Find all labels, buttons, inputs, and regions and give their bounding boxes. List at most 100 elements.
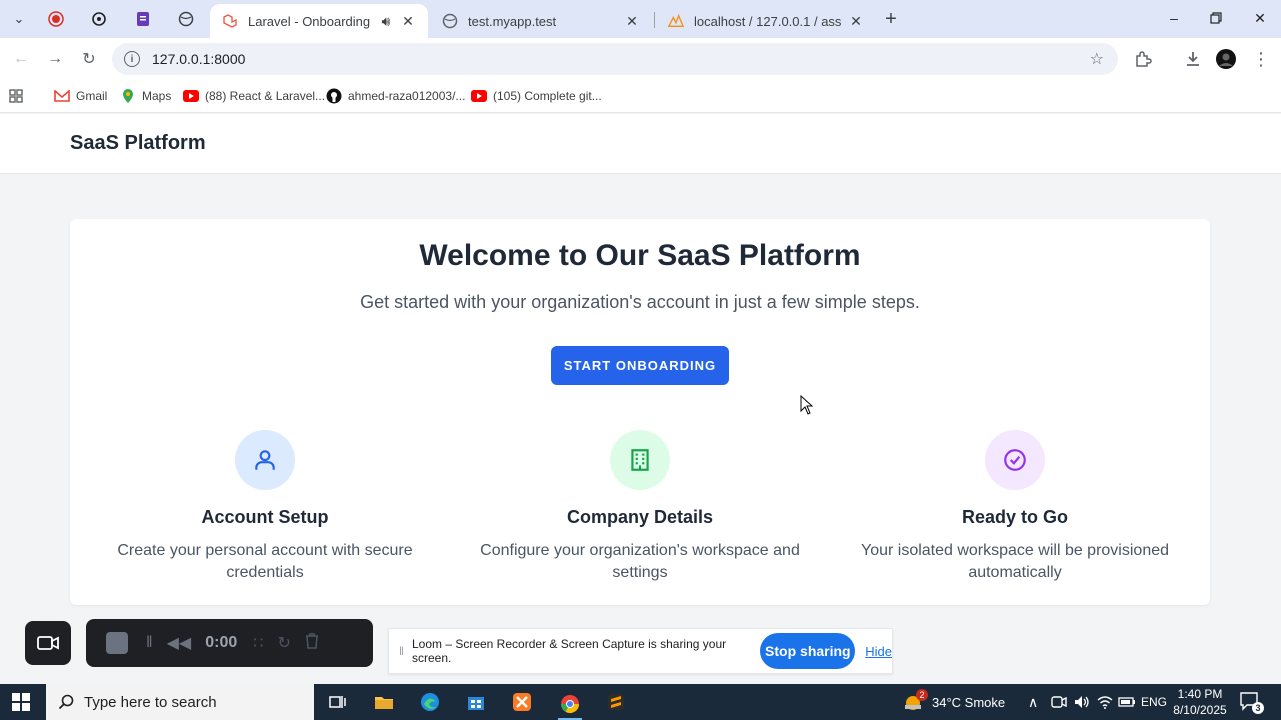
- bookmark-complete-git[interactable]: (105) Complete git...: [471, 86, 602, 106]
- bookmark-github[interactable]: ahmed-raza012003/...: [326, 86, 465, 106]
- bookmark-label: Maps: [142, 89, 172, 103]
- check-circle-icon: [985, 430, 1045, 490]
- windows-start-icon[interactable]: [12, 693, 30, 711]
- system-clock[interactable]: 1:40 PM 8/10/2025: [1168, 686, 1232, 718]
- app-header: SaaS Platform: [0, 114, 1281, 174]
- weather-widget[interactable]: 2 34°C Smoke: [902, 684, 1005, 720]
- meet-now-icon[interactable]: [1051, 684, 1067, 720]
- feature-title: Account Setup: [201, 507, 329, 527]
- site-info-icon[interactable]: i: [124, 51, 140, 67]
- back-arrow-icon[interactable]: ←: [8, 46, 34, 72]
- tab-close-icon[interactable]: ✕: [848, 13, 864, 30]
- loom-recording-controls: ‖ ◀◀ 0:00 ∷ ↻: [86, 619, 373, 667]
- edge-browser-icon[interactable]: [418, 690, 442, 714]
- notifications-icon[interactable]: 3: [1240, 692, 1264, 714]
- wifi-icon[interactable]: [1097, 684, 1113, 720]
- store-app-icon[interactable]: [464, 690, 488, 714]
- tab-title: localhost / 127.0.0.1 / assesment: [694, 13, 842, 29]
- laravel-icon: [222, 13, 238, 29]
- search-placeholder: Type here to search: [84, 693, 217, 711]
- clock-time: 1:40 PM: [1177, 687, 1223, 701]
- windows-taskbar: Type here to search 2 34°C Smoke ∧ ENG 1…: [0, 684, 1281, 720]
- feature-company-details: Company Details Configure your organizat…: [470, 430, 810, 584]
- address-bar[interactable]: i 127.0.0.1:8000 ☆: [112, 43, 1118, 75]
- feature-description: Create your personal account with secure…: [117, 542, 413, 581]
- restore-window-icon[interactable]: [1202, 6, 1230, 30]
- tab-close-icon[interactable]: ✕: [400, 13, 416, 30]
- gmail-icon: [54, 88, 70, 104]
- page-viewport: SaaS Platform Welcome to Our SaaS Platfo…: [0, 114, 1281, 688]
- drag-handle-icon[interactable]: ‖: [399, 644, 404, 658]
- weather-badge: 2: [916, 689, 928, 701]
- rewind-icon[interactable]: ◀◀: [167, 633, 192, 653]
- bookmark-maps[interactable]: Maps: [120, 86, 171, 106]
- forms-pinned-tab-icon[interactable]: [132, 8, 154, 30]
- speaker-icon[interactable]: 🔊︎: [378, 13, 394, 30]
- minimize-window-icon[interactable]: –: [1160, 6, 1188, 30]
- recording-timer: 0:00: [205, 634, 238, 651]
- url-text: 127.0.0.1:8000: [152, 51, 246, 67]
- video-camera-icon: [37, 636, 59, 650]
- clock-date: 8/10/2025: [1173, 703, 1227, 717]
- feature-title: Company Details: [566, 507, 714, 527]
- mouse-cursor-icon: [800, 395, 814, 415]
- reload-icon[interactable]: ↻: [76, 46, 102, 72]
- stop-recording-icon[interactable]: [106, 632, 128, 654]
- maps-pin-icon: [120, 88, 136, 104]
- openai-pinned-tab-icon[interactable]: [88, 8, 110, 30]
- restart-icon[interactable]: ↻: [277, 633, 290, 653]
- globe-icon: [442, 13, 458, 29]
- downloads-icon[interactable]: [1180, 46, 1206, 72]
- close-window-icon[interactable]: ✕: [1246, 6, 1274, 30]
- file-explorer-icon[interactable]: [372, 690, 396, 714]
- drawing-grid-icon[interactable]: ∷: [253, 633, 263, 653]
- sharing-message: Loom – Screen Recorder & Screen Capture …: [411, 637, 727, 665]
- sublime-text-icon[interactable]: [604, 690, 628, 714]
- delete-trash-icon[interactable]: [305, 632, 319, 654]
- tab-search-chevron-icon[interactable]: ⌄: [8, 8, 30, 30]
- youtube-icon: [471, 88, 487, 104]
- pause-icon[interactable]: ‖: [146, 634, 153, 652]
- xampp-icon[interactable]: [510, 690, 534, 714]
- tab-laravel-onboarding[interactable]: Laravel - Onboarding 🔊︎ ✕: [210, 4, 428, 38]
- stop-sharing-button[interactable]: Stop sharing: [760, 633, 856, 669]
- profile-avatar[interactable]: [1213, 46, 1239, 72]
- chrome-taskbar-icon[interactable]: [558, 690, 582, 720]
- apps-grid-icon[interactable]: [8, 86, 24, 106]
- forward-arrow-icon[interactable]: →: [42, 46, 68, 72]
- bookmark-star-icon[interactable]: ☆: [1090, 49, 1104, 69]
- bookmark-react-laravel[interactable]: (88) React & Laravel...: [183, 86, 325, 106]
- weather-sun-icon: 2: [902, 689, 928, 713]
- feature-account-setup: Account Setup Create your personal accou…: [95, 430, 435, 584]
- notification-count: 3: [1252, 702, 1264, 714]
- brand-name[interactable]: SaaS Platform: [70, 132, 206, 155]
- extensions-puzzle-icon[interactable]: [1130, 46, 1156, 72]
- tab-title: Laravel - Onboarding: [248, 13, 371, 29]
- globe-pinned-tab-icon[interactable]: [175, 8, 197, 30]
- more-menu-icon[interactable]: ⋮: [1248, 46, 1274, 72]
- start-onboarding-button[interactable]: START ONBOARDING: [551, 346, 729, 385]
- battery-icon[interactable]: [1118, 684, 1136, 720]
- new-tab-plus-icon[interactable]: +: [880, 8, 902, 30]
- tab-phpmyadmin[interactable]: localhost / 127.0.0.1 / assesment ✕: [656, 4, 876, 38]
- tray-overflow-icon[interactable]: ∧: [1028, 684, 1038, 720]
- hide-banner-link[interactable]: Hide: [865, 644, 892, 659]
- welcome-card: Welcome to Our SaaS Platform Get started…: [70, 219, 1210, 605]
- page-title: Welcome to Our SaaS Platform: [419, 239, 861, 272]
- volume-icon[interactable]: [1074, 684, 1090, 720]
- feature-title: Ready to Go: [961, 507, 1068, 527]
- language-indicator[interactable]: ENG: [1141, 684, 1167, 720]
- tab-test-myapp[interactable]: test.myapp.test ✕: [430, 4, 652, 38]
- youtube-icon: [183, 88, 199, 104]
- bookmark-label: Gmail: [76, 89, 108, 103]
- task-view-icon[interactable]: [326, 690, 350, 714]
- tab-close-icon[interactable]: ✕: [624, 13, 640, 30]
- search-icon: [58, 694, 74, 710]
- record-extension-icon[interactable]: [45, 8, 67, 30]
- taskbar-search-box[interactable]: Type here to search: [46, 684, 314, 720]
- user-icon: [235, 430, 295, 490]
- loom-camera-button[interactable]: [25, 621, 71, 665]
- github-icon: [326, 88, 342, 104]
- building-icon: [610, 430, 670, 490]
- bookmark-gmail[interactable]: Gmail: [54, 86, 107, 106]
